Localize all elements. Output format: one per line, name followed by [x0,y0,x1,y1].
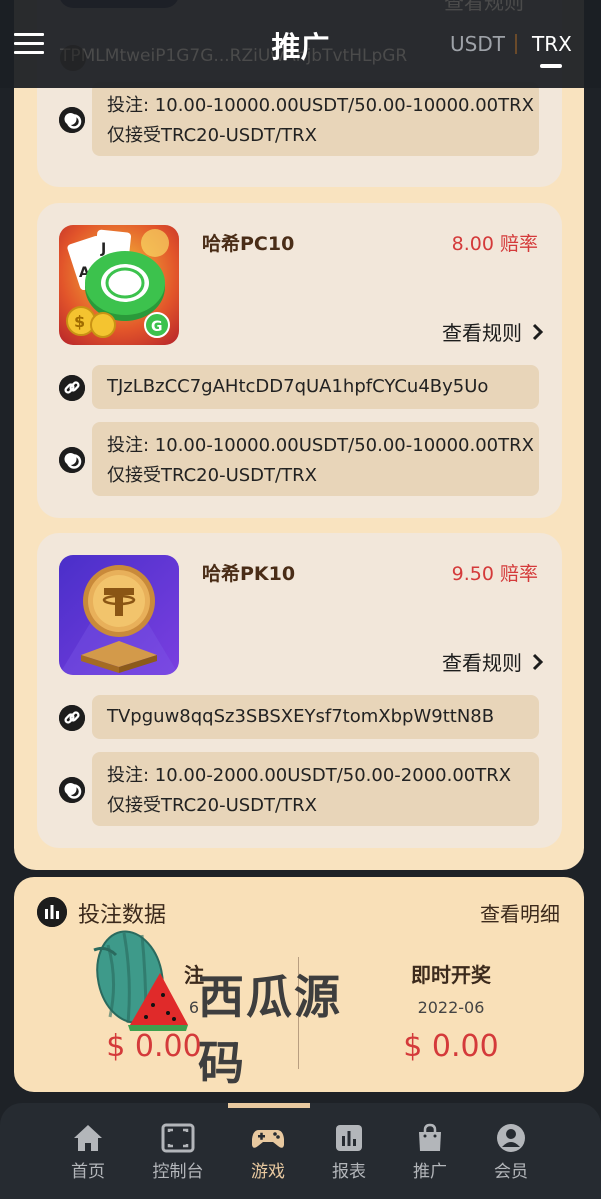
watermark-text: 西瓜源码 [198,970,342,1090]
watermark: 西瓜源码 [88,925,368,1090]
nav-label: 首页 [71,1162,105,1182]
user-icon [497,1124,525,1152]
bet-limit-box: 投注: 10.00-10000.00USDT/50.00-10000.00TRX… [92,422,539,496]
bar-chart-icon [37,897,67,927]
game-list-panel: 投注: 10.00-10000.00USDT/50.00-10000.00TRX… [14,0,584,870]
currency-accept-text: 仅接受TRC20-USDT/TRX [107,465,317,486]
view-rules-label: 查看规则 [442,321,522,345]
poker-chip-icon[interactable]: A J $ G [59,225,179,345]
home-icon [74,1125,102,1151]
gamepad-icon [252,1130,284,1148]
nav-item-home[interactable]: 首页 [48,1123,128,1182]
game-name: 哈希PC10 [202,233,295,255]
wallet-address[interactable]: TJzLBzCC7gAHtcDD7qUA1hpfCYCu4By5Uo [92,365,539,409]
bottom-nav: 首页 控制台 游戏 报表 推广 会员 [0,1103,601,1199]
nav-label: 推广 [413,1162,447,1182]
view-rules-link[interactable]: 查看规则 [442,317,544,346]
console-icon [161,1123,195,1153]
page: 投注: 10.00-10000.00USDT/50.00-10000.00TRX… [0,0,601,1199]
bet-limit-text: 投注: 10.00-2000.00USDT/50.00-2000.00TRX [107,765,512,786]
currency-tab-usdt[interactable]: USDT [450,32,505,56]
bet-limit-text: 投注: 10.00-10000.00USDT/50.00-10000.00TRX [107,435,534,456]
svg-text:J: J [100,241,106,257]
link-icon [59,705,85,731]
view-rules-label: 查看规则 [442,651,522,675]
svg-text:G: G [151,319,163,335]
bet-limit-box: 投注: 10.00-10000.00USDT/50.00-10000.00TRX… [92,82,539,156]
tether-coin-icon[interactable] [59,555,179,675]
view-rules-link[interactable]: 查看规则 [442,647,544,676]
nav-item-reports[interactable]: 报表 [309,1123,389,1182]
bet-limit-box: 投注: 10.00-2000.00USDT/50.00-2000.00TRX 仅… [92,752,539,826]
view-details-link[interactable]: 查看明细 [480,898,560,927]
shopping-bag-icon [419,1123,441,1151]
nav-item-console[interactable]: 控制台 [138,1123,218,1182]
page-title: 推广 [271,30,330,64]
wallet-address[interactable]: TVpguw8qqSz3SBSXEYsf7tomXbpW9ttN8B [92,695,539,739]
currency-tab-trx[interactable]: TRX [532,32,572,56]
nav-active-indicator [228,1103,310,1108]
top-header: TPMLMtweiP1G7G...RZiUwAnjbTvtHLpGR 查看规则 … [0,0,601,88]
game-name: 哈希PK10 [202,563,296,585]
nav-label: 报表 [332,1162,366,1182]
bet-limit-text: 投注: 10.00-10000.00USDT/50.00-10000.00TRX [107,95,534,116]
game-card: 哈希PK10 9.50 赔率 查看规则 TVpguw8qqSz3SBSXEYsf… [37,533,562,848]
chip-icon [59,447,85,473]
odds-value: 8.00 赔率 [451,233,538,255]
nav-item-promote[interactable]: 推广 [390,1123,470,1182]
nav-label: 会员 [494,1162,528,1182]
report-icon [336,1125,362,1151]
odds-value: 9.50 赔率 [451,563,538,585]
nav-item-games[interactable]: 游戏 [228,1123,308,1182]
watermelon-icon [93,930,188,1031]
link-icon [59,375,85,401]
nav-label: 控制台 [152,1162,204,1182]
partial-rules-link[interactable]: 查看规则 [444,0,524,15]
chevron-right-icon [532,653,544,670]
svg-text:$: $ [74,312,85,331]
nav-item-member[interactable]: 会员 [471,1123,551,1182]
game-card: A J $ G 哈希PC10 8.00 赔率 查看规则 TJzLBzCC7gAH… [37,203,562,518]
active-tab-indicator [540,64,562,68]
currency-divider [515,34,517,54]
chip-icon [59,107,85,133]
currency-accept-text: 仅接受TRC20-USDT/TRX [107,795,317,816]
chip-icon [59,777,85,803]
chevron-right-icon [532,323,544,340]
nav-label: 游戏 [251,1162,285,1182]
currency-accept-text: 仅接受TRC20-USDT/TRX [107,125,317,146]
